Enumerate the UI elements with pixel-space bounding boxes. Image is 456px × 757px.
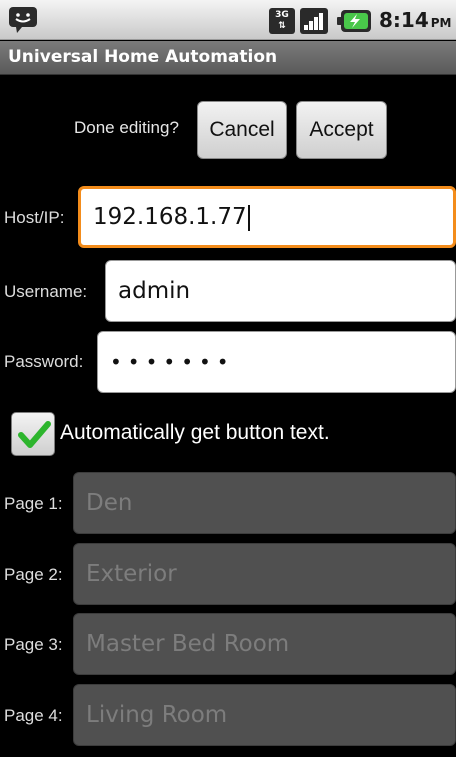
page-4-field[interactable]: Living Room [73, 684, 456, 746]
page-4-label: Page 4: [4, 706, 63, 725]
accept-button[interactable]: Accept [296, 101, 387, 159]
page-3-label: Page 3: [4, 635, 63, 654]
password-field[interactable]: ••••••• [97, 331, 456, 393]
page-2-value: Exterior [86, 561, 177, 587]
chat-bubble-icon[interactable] [8, 6, 38, 34]
clock-ampm: PM [430, 16, 452, 30]
page-3-field[interactable]: Master Bed Room [73, 613, 456, 675]
username-label: Username: [4, 282, 88, 301]
page-1-field[interactable]: Den [73, 472, 456, 534]
3g-data-icon: 3G ⇅ [269, 8, 295, 34]
done-editing-label: Done editing? [74, 118, 179, 137]
password-label: Password: [4, 352, 84, 371]
battery-charging-icon [337, 10, 371, 32]
username-value: admin [118, 278, 191, 304]
auto-text-checkbox[interactable] [11, 412, 55, 456]
password-value: ••••••• [110, 350, 235, 374]
clock-time: 8:14 [379, 8, 429, 32]
host-value: 192.168.1.77 [93, 204, 247, 230]
auto-text-label[interactable]: Automatically get button text. [60, 421, 330, 445]
page-2-label: Page 2: [4, 565, 63, 584]
host-label: Host/IP: [4, 208, 65, 227]
signal-bars-icon [300, 8, 328, 34]
checkmark-icon [18, 421, 51, 448]
title-bar: Universal Home Automation [0, 41, 456, 75]
host-field[interactable]: 192.168.1.77 [78, 186, 456, 248]
username-field[interactable]: admin [105, 260, 456, 322]
status-bar: 3G ⇅ 8:14 PM [0, 0, 456, 40]
clock: 8:14 PM [379, 8, 452, 32]
text-cursor [247, 204, 250, 231]
page-4-value: Living Room [86, 702, 228, 728]
page-1-value: Den [86, 490, 133, 516]
page-1-label: Page 1: [4, 494, 63, 513]
page-3-value: Master Bed Room [86, 631, 290, 657]
cancel-button[interactable]: Cancel [197, 101, 287, 159]
app-title: Universal Home Automation [8, 47, 278, 67]
page-2-field[interactable]: Exterior [73, 543, 456, 605]
